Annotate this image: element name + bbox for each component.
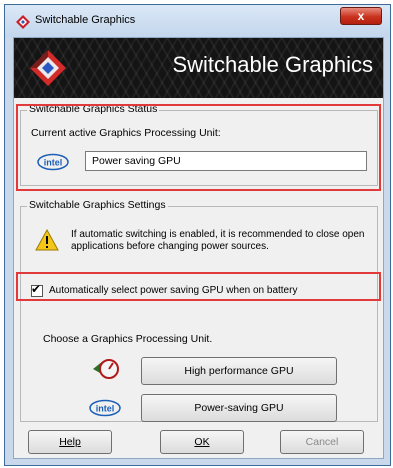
choose-gpu-label: Choose a Graphics Processing Unit.	[43, 333, 213, 345]
high-performance-gpu-button[interactable]: High performance GPU	[141, 357, 337, 385]
title-bar[interactable]: Switchable Graphics x	[5, 5, 390, 37]
intel-logo-text: intel	[96, 404, 115, 414]
close-button[interactable]: x	[340, 7, 382, 25]
banner: Switchable Graphics	[14, 38, 383, 98]
intel-logo-icon: intel	[89, 399, 121, 417]
amd-logo-icon	[30, 50, 66, 86]
settings-group: Switchable Graphics Settings If automati…	[20, 199, 378, 422]
checkbox-highlight	[16, 272, 381, 301]
dialog-client: Switchable Graphics Switchable Graphics …	[13, 37, 384, 459]
cancel-button[interactable]: Cancel	[280, 430, 364, 454]
help-button-label: Help	[59, 436, 81, 448]
amd-icon	[16, 15, 30, 29]
warning-icon	[35, 229, 59, 251]
warning-text-line2: applications before changing power sourc…	[71, 241, 269, 252]
cancel-button-label: Cancel	[305, 436, 339, 448]
ok-button[interactable]: OK	[160, 430, 244, 454]
gauge-icon	[93, 359, 119, 379]
window-title: Switchable Graphics	[35, 14, 136, 26]
help-button[interactable]: Help	[28, 430, 112, 454]
ok-button-label: OK	[194, 436, 210, 448]
status-highlight	[16, 104, 381, 191]
dialog-window: Switchable Graphics x Switchable Graphic…	[4, 4, 391, 466]
banner-title: Switchable Graphics	[172, 52, 373, 77]
settings-group-title: Switchable Graphics Settings	[27, 199, 168, 211]
power-saving-gpu-button[interactable]: Power-saving GPU	[141, 394, 337, 422]
warning-text-line1: If automatic switching is enabled, it is…	[71, 229, 365, 240]
